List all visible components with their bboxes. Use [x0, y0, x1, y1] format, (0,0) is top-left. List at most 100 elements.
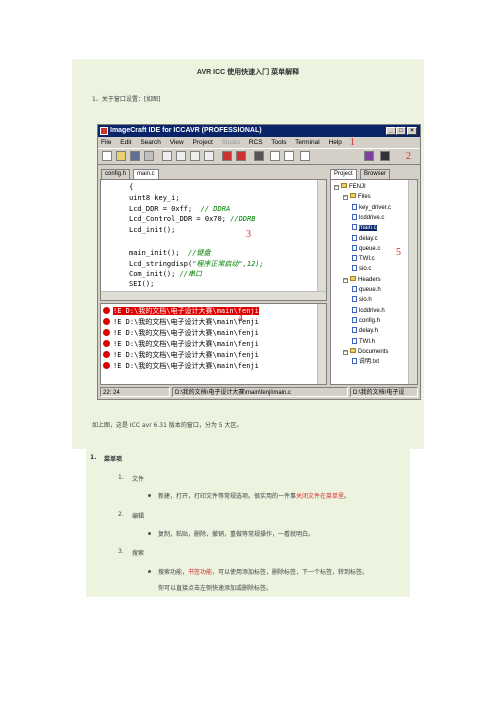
bullet — [148, 570, 151, 573]
error-line[interactable]: !E D:\我的文档\电子设计大赛\main\fenji — [103, 351, 318, 360]
tab-main-c[interactable]: main.c — [133, 169, 159, 179]
menu-view[interactable]: View — [170, 139, 184, 146]
output-vertical-scrollbar[interactable] — [317, 304, 326, 384]
error-line[interactable]: !E D:\我的文档\电子设计大赛\main\fenji — [103, 318, 318, 327]
tree-file[interactable]: queue.c — [352, 244, 380, 253]
code-line[interactable]: Com_init(); //串口 — [129, 269, 202, 279]
editor-vertical-scrollbar[interactable] — [317, 180, 326, 300]
menu-edit[interactable]: Edit — [120, 139, 131, 146]
program-icon[interactable] — [254, 151, 264, 161]
terminal-icon[interactable] — [270, 151, 280, 161]
folder-icon — [350, 193, 356, 199]
code-editor[interactable]: { uint8 key_i; Lcd_DDR = 0xff; // DDRA Lcd_… — [100, 179, 327, 301]
menu-file[interactable]: File — [101, 139, 111, 146]
tree-file[interactable]: 说明.txt — [352, 358, 379, 366]
file-icon — [352, 213, 357, 220]
tree-label: delay.c — [359, 235, 378, 242]
item-number-3: 3. — [118, 548, 124, 555]
collapse-icon[interactable]: − — [343, 195, 348, 201]
menu-tools[interactable]: Tools — [271, 139, 286, 146]
code-comment: //键盘 — [188, 248, 211, 257]
error-text: !E D:\我的文档\电子设计大赛\main\fenji — [113, 362, 259, 370]
tab-config-h[interactable]: config.h — [101, 169, 131, 179]
menu-terminal[interactable]: Terminal — [295, 139, 320, 146]
error-line[interactable]: !E D:\我的文档\电子设计大赛\main\fenji — [103, 329, 318, 338]
desc-highlight: 关闭文件在菜单里 — [296, 493, 345, 500]
tree-scrollbar[interactable] — [408, 180, 417, 384]
tree-file[interactable]: main.c — [352, 224, 377, 232]
region-number-5: 5 — [396, 247, 401, 258]
tree-file[interactable]: delay.c — [352, 234, 378, 243]
tree-file[interactable]: queue.h — [352, 286, 381, 294]
tree-file[interactable]: delay.h — [352, 327, 378, 335]
error-line[interactable]: !E D:\我的文档\电子设计大赛\main\fenji — [103, 362, 318, 371]
code-line[interactable]: { — [129, 183, 133, 191]
tree-file[interactable]: lcddrive.h — [352, 306, 385, 315]
paste-icon[interactable] — [190, 151, 200, 161]
new-file-icon[interactable] — [102, 151, 112, 161]
folder-icon — [350, 275, 356, 281]
menu-project[interactable]: Project — [193, 139, 213, 146]
figure-link[interactable]: [如图] — [144, 96, 161, 103]
tree-file[interactable]: config.h — [352, 316, 380, 325]
wizard-icon[interactable] — [364, 151, 374, 161]
tree-folder[interactable]: − Headers — [343, 275, 381, 284]
tab-browser[interactable]: Browser — [360, 169, 391, 179]
find-icon[interactable] — [204, 151, 214, 161]
file-icon — [352, 316, 357, 323]
save-icon[interactable] — [130, 151, 140, 161]
error-line[interactable]: !E D:\我的文档\电子设计大赛\main\fenji — [103, 340, 318, 349]
menu-search[interactable]: Search — [140, 139, 161, 146]
menu-help[interactable]: Help — [329, 139, 342, 146]
menu-rcs[interactable]: RCS — [249, 139, 263, 146]
app-builder-icon[interactable] — [300, 151, 310, 161]
ide-window: ImageCraft IDE for ICCAVR (PROFESSIONAL)… — [97, 124, 421, 400]
tree-file[interactable]: lcddrive.c — [352, 213, 384, 222]
code-line[interactable]: SEI(); — [129, 280, 154, 288]
region-number-4: 4 — [238, 313, 243, 324]
error-line[interactable]: !E D:\我的文档\电子设计大赛\main\fenji — [103, 307, 318, 316]
status-bar: 22: 24 D:\我的文档\电子设计大赛\main\fenji\main.c … — [100, 387, 418, 397]
tree-file[interactable]: TWI.h — [352, 337, 375, 346]
editor-horizontal-scrollbar[interactable] — [101, 291, 326, 300]
tree-file[interactable]: sio.h — [352, 296, 372, 304]
item-desc-file: 新建，打开，打印文件等常规选项。很实用的一件事关闭文件在菜单里。 — [158, 491, 350, 500]
collapse-icon[interactable]: − — [343, 349, 348, 355]
minimize-button[interactable]: _ — [386, 127, 396, 135]
open-folder-icon[interactable] — [116, 151, 126, 161]
code-line[interactable]: Lcd_Control_DDR = 0x70; //DDRB — [129, 215, 255, 223]
tree-folder[interactable]: − Documents — [343, 347, 388, 356]
tree-folder[interactable]: − FENJI — [334, 183, 366, 191]
build-icon[interactable] — [222, 151, 232, 161]
close-button[interactable]: × — [407, 127, 417, 135]
collapse-icon[interactable]: − — [334, 185, 339, 190]
tree-folder[interactable]: − Files — [343, 193, 371, 201]
tab-project[interactable]: Project — [330, 169, 357, 179]
options-icon[interactable] — [284, 151, 294, 161]
copy-icon[interactable] — [176, 151, 186, 161]
error-icon — [103, 351, 110, 358]
maximize-button[interactable]: □ — [396, 127, 406, 135]
collapse-icon[interactable]: − — [343, 277, 348, 283]
code-line[interactable]: Lcd_init(); — [129, 226, 175, 234]
code-line[interactable]: uint8 key_i; — [129, 194, 180, 202]
target-icon[interactable] — [380, 151, 390, 161]
tree-file[interactable]: sio.c — [352, 265, 371, 273]
error-icon — [103, 307, 110, 314]
cut-icon[interactable] — [162, 151, 172, 161]
bullet — [148, 494, 151, 497]
tree-file[interactable]: key_driver.c — [352, 203, 391, 212]
code-text: uint8 key_i; — [129, 193, 180, 202]
stop-icon[interactable] — [236, 151, 246, 161]
tree-file[interactable]: TWI.c — [352, 255, 375, 263]
code-line[interactable]: main_init(); //键盘 — [129, 248, 210, 258]
output-panel[interactable]: !E D:\我的文档\电子设计大赛\main\fenji !E D:\我的文档\电… — [100, 303, 327, 385]
item-label-search: 搜索 — [132, 550, 145, 557]
code-line[interactable]: Lcd_DDR = 0xff; // DDRA — [129, 205, 230, 213]
print-icon[interactable] — [144, 151, 154, 161]
region-number-1: 1 — [350, 137, 355, 148]
error-text: !E D:\我的文档\电子设计大赛\main\fenji — [113, 318, 259, 326]
code-line[interactable]: Lcd_stringdisp("程序正常启动",12); — [129, 259, 264, 269]
file-icon — [352, 358, 357, 365]
error-text: !E D:\我的文档\电子设计大赛\main\fenji — [113, 351, 259, 359]
